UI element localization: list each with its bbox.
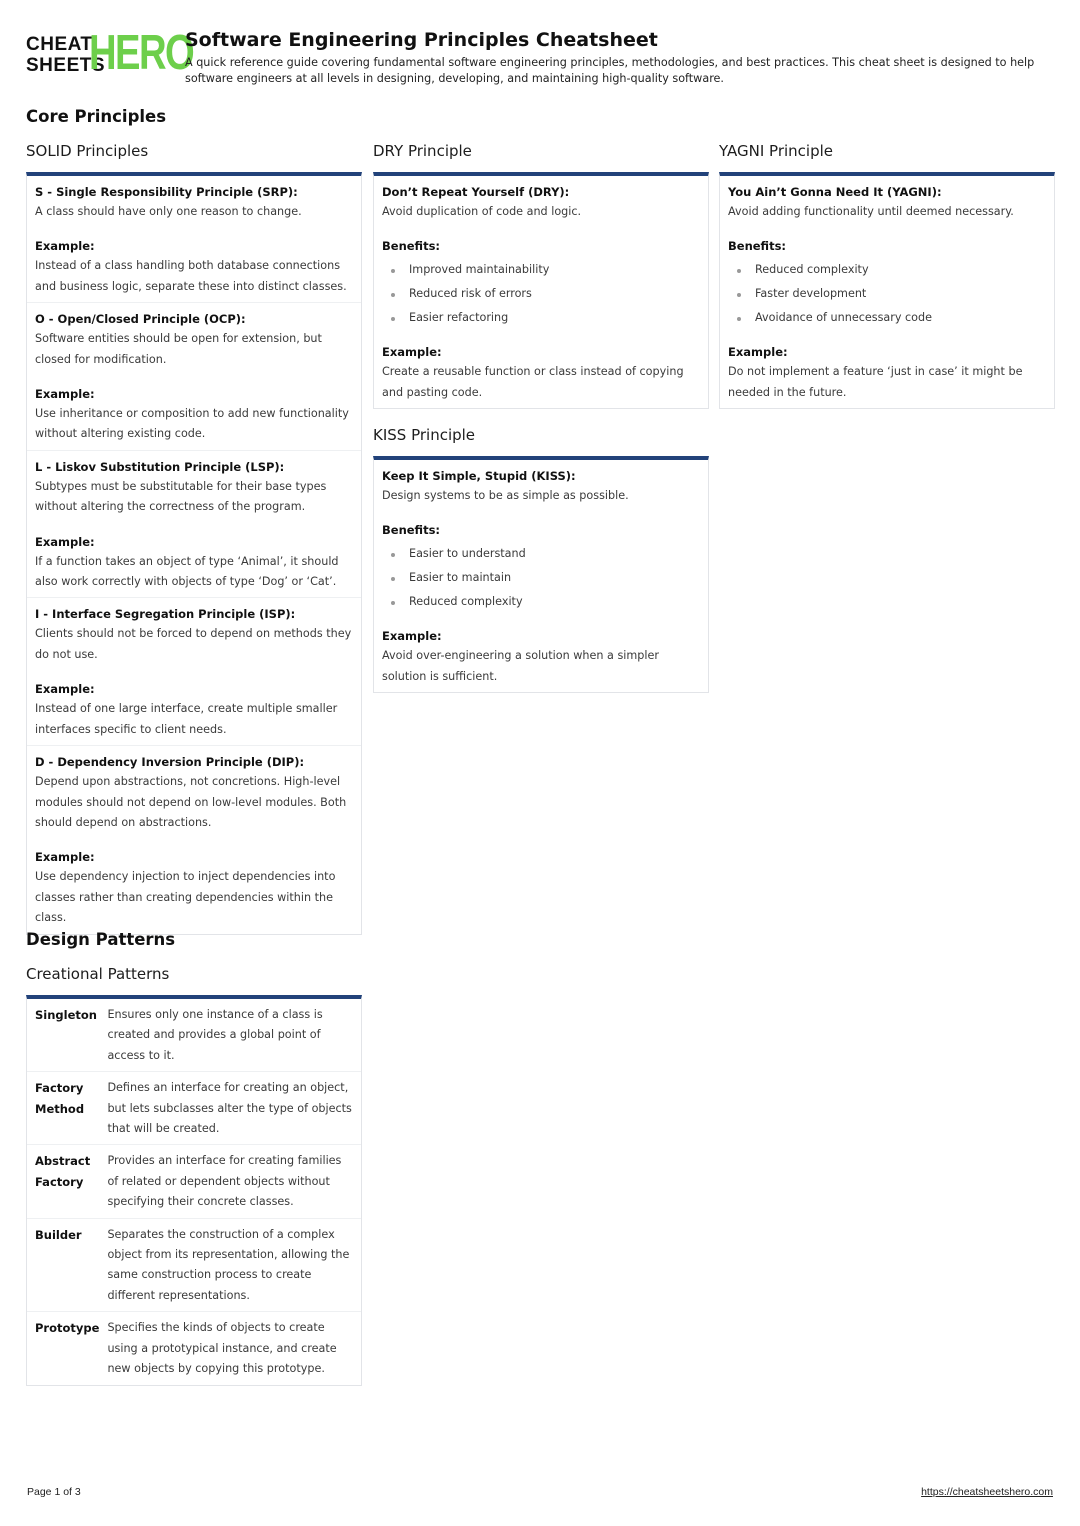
pattern-name: Factory Method xyxy=(27,1071,108,1146)
logo-hero: HERO xyxy=(89,26,195,80)
solid-term: D - Dependency Inversion Principle (DIP)… xyxy=(35,755,305,770)
solid-example: If a function takes an object of type ‘A… xyxy=(35,554,339,589)
kiss-example: Avoid over-engineering a solution when a… xyxy=(382,649,659,683)
table-row: Factory Method Defines an interface for … xyxy=(27,1071,361,1146)
benefits-label: Benefits: xyxy=(382,523,441,538)
list-item: Reduced risk of errors xyxy=(382,282,700,306)
page-subtitle: A quick reference guide covering fundame… xyxy=(185,56,1035,85)
kiss-term: Keep It Simple, Stupid (KISS): xyxy=(382,469,576,483)
dry-example: Create a reusable function or class inst… xyxy=(382,365,684,399)
dry-card: Don’t Repeat Yourself (DRY): Avoid dupli… xyxy=(373,172,709,410)
kiss-title: KISS Principle xyxy=(373,426,476,444)
solid-term: S - Single Responsibility Principle (SRP… xyxy=(35,185,298,199)
example-label: Example: xyxy=(35,239,95,254)
solid-title: SOLID Principles xyxy=(26,142,149,160)
benefits-label: Benefits: xyxy=(728,239,787,254)
solid-term: I - Interface Segregation Principle (ISP… xyxy=(35,607,296,622)
list-item: Reduced complexity xyxy=(382,590,700,614)
yagni-benefits-list: Reduced complexity Faster development Av… xyxy=(728,256,1046,334)
table-row: Singleton Ensures only one instance of a… xyxy=(27,999,361,1073)
pattern-name: Builder xyxy=(27,1218,108,1313)
example-label: Example: xyxy=(35,534,95,549)
yagni-desc: Avoid adding functionality until deemed … xyxy=(728,205,1014,218)
example-label: Example: xyxy=(382,629,442,644)
yagni-term: You Ain’t Gonna Need It (YAGNI): xyxy=(728,185,942,199)
solid-card: S - Single Responsibility Principle (SRP… xyxy=(26,172,362,935)
pattern-desc: Specifies the kinds of objects to create… xyxy=(107,1321,337,1376)
creational-card: Singleton Ensures only one instance of a… xyxy=(26,995,362,1386)
solid-term: L - Liskov Substitution Principle (LSP): xyxy=(35,459,285,474)
list-item: Reduced complexity xyxy=(728,258,1046,282)
solid-desc: Subtypes must be substitutable for their… xyxy=(35,479,327,514)
pattern-desc: Provides an interface for creating famil… xyxy=(107,1144,361,1219)
dry-block: Don’t Repeat Yourself (DRY): Avoid dupli… xyxy=(374,176,708,408)
example-label: Example: xyxy=(35,682,95,697)
dry-title: DRY Principle xyxy=(373,142,472,160)
solid-item-ocp: O - Open/Closed Principle (OCP): Softwar… xyxy=(27,303,361,451)
solid-example: Instead of one large interface, create m… xyxy=(35,702,338,736)
list-item: Improved maintainability xyxy=(382,258,700,282)
creational-title: Creational Patterns xyxy=(26,965,170,983)
example-label: Example: xyxy=(35,387,95,402)
example-label: Example: xyxy=(728,345,788,360)
example-label: Example: xyxy=(35,850,95,865)
kiss-desc: Design systems to be as simple as possib… xyxy=(382,489,629,502)
list-item: Avoidance of unnecessary code xyxy=(728,306,1046,330)
solid-item-srp: S - Single Responsibility Principle (SRP… xyxy=(27,176,361,304)
kiss-card: Keep It Simple, Stupid (KISS): Design sy… xyxy=(373,456,709,694)
page-number: Page 1 of 3 xyxy=(27,1486,81,1498)
table-row: Prototype Specifies the kinds of objects… xyxy=(27,1312,361,1385)
page-header: CHEAT SHEETS HERO Software Engineering P… xyxy=(26,29,1056,90)
yagni-example: Do not implement a feature ‘just in case… xyxy=(728,365,1023,399)
solid-term: O - Open/Closed Principle (OCP): xyxy=(35,312,246,327)
kiss-block: Keep It Simple, Stupid (KISS): Design sy… xyxy=(374,460,708,692)
solid-item-dip: D - Dependency Inversion Principle (DIP)… xyxy=(27,746,361,933)
solid-desc: Depend upon abstractions, not concretion… xyxy=(35,775,347,829)
solid-desc: Software entities should be open for ext… xyxy=(35,332,322,366)
table-row: Builder Separates the construction of a … xyxy=(27,1218,361,1313)
list-item: Easier refactoring xyxy=(382,306,700,330)
site-link[interactable]: https://cheatsheetshero.com xyxy=(921,1486,1053,1498)
benefits-label: Benefits: xyxy=(382,239,441,254)
kiss-benefits-list: Easier to understand Easier to maintain … xyxy=(382,540,700,618)
solid-example: Use dependency injection to inject depen… xyxy=(35,870,336,925)
pattern-desc: Defines an interface for creating an obj… xyxy=(107,1071,361,1146)
yagni-block: You Ain’t Gonna Need It (YAGNI): Avoid a… xyxy=(720,176,1054,408)
solid-example: Use inheritance or composition to add ne… xyxy=(35,407,349,441)
example-label: Example: xyxy=(382,345,442,360)
solid-desc: Clients should not be forced to depend o… xyxy=(35,627,352,661)
creational-table: Singleton Ensures only one instance of a… xyxy=(27,999,361,1385)
section-heading-core-principles: Core Principles xyxy=(26,107,167,126)
yagni-card: You Ain’t Gonna Need It (YAGNI): Avoid a… xyxy=(719,172,1055,410)
page-title: Software Engineering Principles Cheatshe… xyxy=(185,29,658,51)
solid-item-isp: I - Interface Segregation Principle (ISP… xyxy=(27,598,361,747)
cheatsheetshero-logo[interactable]: CHEAT SHEETS HERO xyxy=(26,29,195,78)
solid-item-lsp: L - Liskov Substitution Principle (LSP):… xyxy=(27,451,361,599)
list-item: Easier to maintain xyxy=(382,566,700,590)
pattern-desc: Separates the construction of a complex … xyxy=(107,1218,361,1313)
pattern-name: Abstract Factory xyxy=(27,1144,108,1219)
yagni-title: YAGNI Principle xyxy=(719,142,833,160)
pattern-name: Singleton xyxy=(27,999,108,1073)
table-row: Abstract Factory Provides an interface f… xyxy=(27,1144,361,1219)
dry-benefits-list: Improved maintainability Reduced risk of… xyxy=(382,256,700,334)
solid-desc: A class should have only one reason to c… xyxy=(35,205,302,218)
list-item: Easier to understand xyxy=(382,542,700,566)
pattern-name: Prototype xyxy=(35,1321,100,1336)
solid-example: Instead of a class handling both databas… xyxy=(35,259,347,293)
section-heading-design-patterns: Design Patterns xyxy=(26,930,176,949)
dry-term: Don’t Repeat Yourself (DRY): xyxy=(382,185,570,199)
dry-desc: Avoid duplication of code and logic. xyxy=(382,205,582,218)
list-item: Faster development xyxy=(728,282,1046,306)
pattern-desc: Ensures only one instance of a class is … xyxy=(107,999,361,1073)
